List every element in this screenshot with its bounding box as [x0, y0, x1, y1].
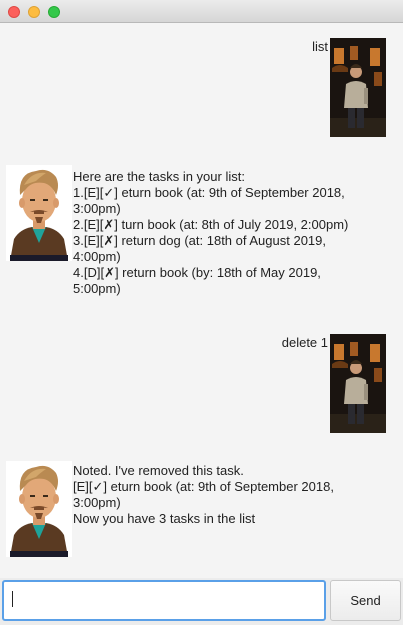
duke-avatar [6, 165, 72, 261]
duke-message-text: Here are the tasks in your list: 1.[E][✓… [73, 169, 349, 296]
minimize-window-button[interactable] [28, 6, 40, 18]
send-button[interactable]: Send [330, 580, 401, 621]
user-message-text: delete 1 [281, 335, 328, 350]
user-avatar [330, 38, 386, 137]
user-photo-image [330, 334, 386, 433]
duke-avatar-image [6, 165, 72, 261]
user-photo-image [330, 38, 386, 137]
input-bar: Send [0, 578, 403, 625]
message-input[interactable] [2, 580, 326, 621]
close-window-button[interactable] [8, 6, 20, 18]
duke-avatar-image [6, 461, 72, 557]
user-avatar [330, 334, 386, 433]
app-window: list Here are the tasks in your list: 1.… [0, 0, 403, 625]
duke-avatar [6, 461, 72, 557]
duke-message-text: Noted. I've removed this task. [E][✓] et… [73, 463, 334, 526]
chat-scroll-pane[interactable]: list Here are the tasks in your list: 1.… [0, 23, 403, 578]
user-message-text: list [312, 39, 328, 54]
title-bar [0, 0, 403, 23]
text-cursor [12, 591, 13, 607]
zoom-window-button[interactable] [48, 6, 60, 18]
